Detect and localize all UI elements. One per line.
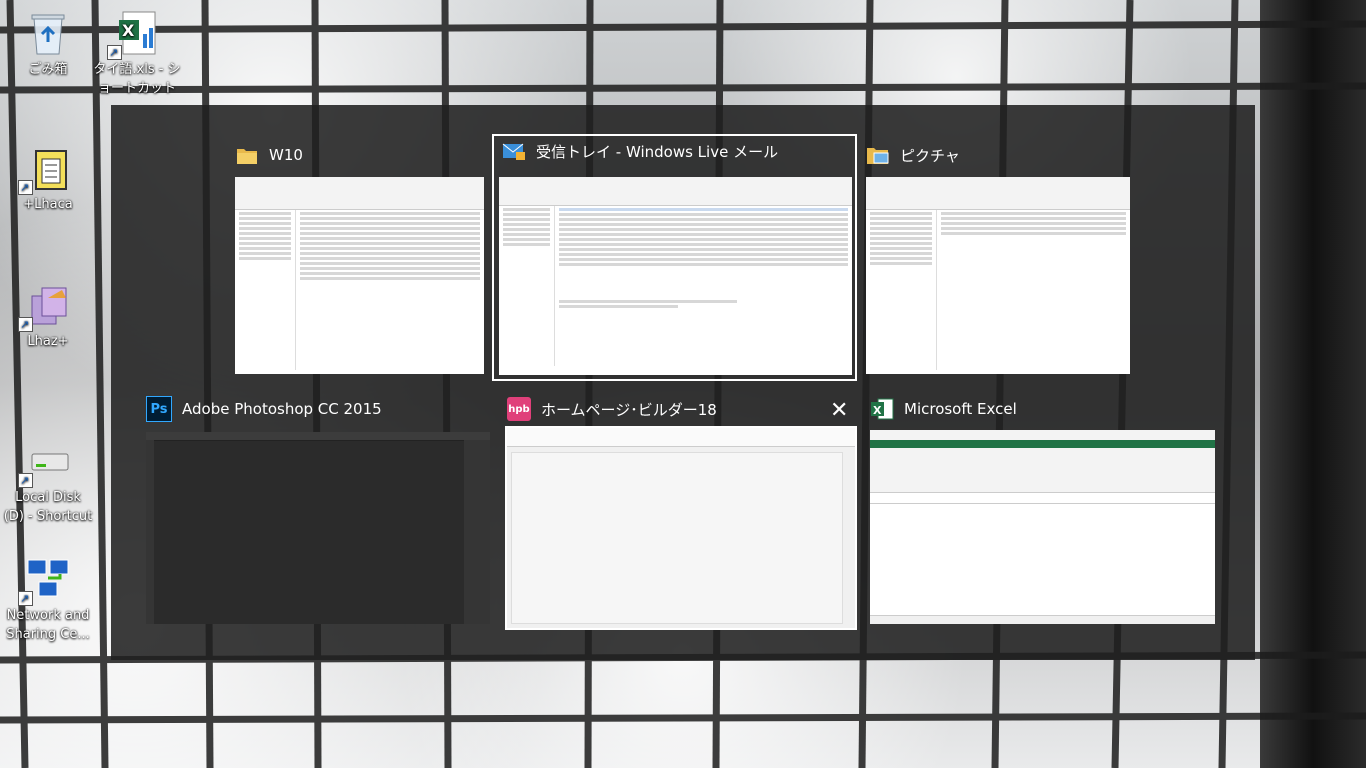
window-thumbnail xyxy=(235,177,484,374)
desktop-icon-excel-shortcut[interactable]: X タイ語.xls - ショートカット xyxy=(92,10,182,98)
lhaz-icon xyxy=(18,282,72,334)
tile-header: W10 xyxy=(235,140,303,170)
tile-header: X Microsoft Excel xyxy=(870,394,1017,424)
window-thumbnail xyxy=(505,426,857,630)
desktop-icon-label: Network and Sharing Ce... xyxy=(6,608,90,642)
shortcut-arrow-icon xyxy=(18,315,33,334)
close-window-button[interactable]: ✕ xyxy=(830,400,848,422)
shortcut-arrow-icon xyxy=(18,471,33,490)
shortcut-arrow-icon xyxy=(18,589,33,608)
window-tile-photoshop[interactable]: Ps Adobe Photoshop CC 2015 xyxy=(146,394,491,626)
window-tile-excel[interactable]: X Microsoft Excel xyxy=(870,394,1216,626)
excel-icon: X xyxy=(870,397,894,421)
tile-title: Adobe Photoshop CC 2015 xyxy=(182,400,382,418)
recycle-bin-icon xyxy=(24,10,72,58)
tile-title: ピクチャ xyxy=(900,146,960,165)
tile-header: ピクチャ xyxy=(866,140,960,170)
desktop-icon-recycle-bin[interactable]: ごみ箱 xyxy=(3,10,93,79)
lhaca-icon xyxy=(18,145,72,197)
photoshop-icon: Ps xyxy=(146,396,172,422)
shortcut-arrow-icon xyxy=(107,43,122,62)
shortcut-arrow-icon xyxy=(18,178,33,197)
disk-drive-icon xyxy=(18,438,72,490)
tile-title: 受信トレイ - Windows Live メール xyxy=(536,142,779,161)
desktop-icon-label: Lhaz+ xyxy=(27,334,69,349)
window-tile-pictures[interactable]: ピクチャ xyxy=(866,140,1131,374)
homepage-builder-icon: hpb xyxy=(507,397,531,421)
desktop-icon-lhaca[interactable]: +Lhaca xyxy=(3,145,93,214)
window-tile-w10[interactable]: W10 xyxy=(235,140,485,374)
tile-title: Microsoft Excel xyxy=(904,400,1017,418)
desktop-icon-label: ごみ箱 xyxy=(28,62,68,77)
desktop-icon-label: +Lhaca xyxy=(23,197,73,212)
window-tile-mail[interactable]: 受信トレイ - Windows Live メール xyxy=(492,134,857,381)
folder-icon xyxy=(235,143,259,167)
desktop-icon-lhaz[interactable]: Lhaz+ xyxy=(3,282,93,351)
window-thumbnail xyxy=(870,430,1215,624)
window-tile-homepage-builder[interactable]: hpb ホームページ･ビルダー18 ✕ xyxy=(505,394,857,630)
window-thumbnail xyxy=(499,177,852,375)
desktop-icon-local-disk[interactable]: Local Disk (D) - Shortcut xyxy=(3,438,93,526)
svg-text:X: X xyxy=(122,21,135,40)
window-thumbnail xyxy=(146,432,490,624)
svg-text:X: X xyxy=(873,404,882,417)
pictures-folder-icon xyxy=(866,143,890,167)
windows-live-mail-icon xyxy=(502,139,526,163)
excel-file-icon: X xyxy=(107,10,161,62)
tile-header: hpb ホームページ･ビルダー18 xyxy=(507,394,717,424)
desktop-icon-label: Local Disk (D) - Shortcut xyxy=(3,490,93,524)
tile-title: W10 xyxy=(269,146,303,164)
desktop-icon-network[interactable]: Network and Sharing Ce... xyxy=(3,556,93,644)
tile-title: ホームページ･ビルダー18 xyxy=(541,400,717,419)
tile-header: 受信トレイ - Windows Live メール xyxy=(502,136,778,166)
network-icon xyxy=(18,556,72,608)
window-thumbnail xyxy=(866,177,1130,374)
desktop-icon-label: タイ語.xls - ショートカット xyxy=(93,62,181,96)
task-switcher-overlay: W10 受信トレイ - Windows Live メール ピクチャ Ps Ado… xyxy=(111,105,1255,660)
tile-header: Ps Adobe Photoshop CC 2015 xyxy=(146,394,382,424)
